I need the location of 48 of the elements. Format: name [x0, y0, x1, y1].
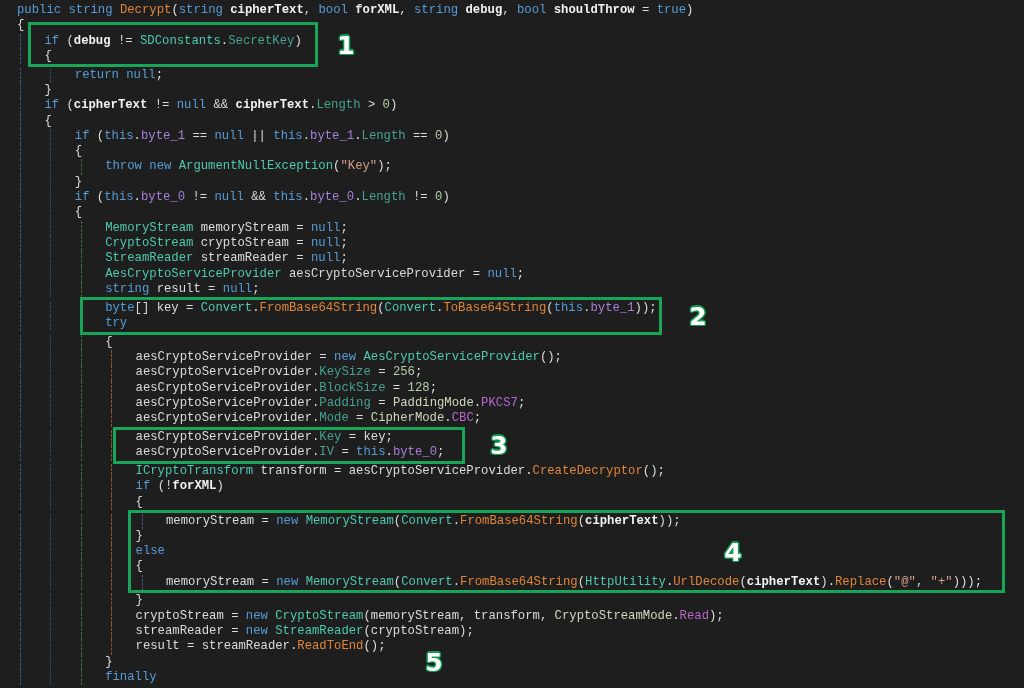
code-line: if (cipherText != null && cipherText.Length > 0)	[44, 98, 398, 114]
code-line: memoryStream = new MemoryStream(Convert.FromBase64String(HttpUtility.UrlDecode(cipherText).Replace("@", "+")));	[165, 574, 983, 590]
code-line: if (this.byte_0 != null && this.byte_0.Length != 0)	[74, 190, 450, 206]
code-line: aesCryptoServiceProvider = new AesCryptoServiceProvider();	[135, 350, 562, 366]
annotation-number: 3	[489, 432, 509, 458]
code-line: aesCryptoServiceProvider.Padding = PaddingMode.PKCS7;	[135, 395, 526, 412]
code-line: {	[74, 205, 83, 221]
code-line: if (this.byte_1 == null || this.byte_1.Length == 0)	[74, 128, 450, 145]
code-line: StreamReader streamReader = null;	[105, 251, 348, 267]
code-line: streamReader = new StreamReader(cryptoStream);	[135, 624, 474, 640]
code-line: memoryStream = new MemoryStream(Convert.FromBase64String(cipherText));	[165, 513, 681, 529]
code-line: {	[135, 559, 143, 575]
code-line: else	[135, 544, 165, 560]
annotation-number: 2	[688, 303, 708, 329]
annotation-number: 1	[336, 32, 356, 58]
code-line: byte[] key = Convert.FromBase64String(Convert.ToBase64String(this.byte_1));	[105, 300, 657, 316]
code-line: aesCryptoServiceProvider.BlockSize = 128;	[135, 380, 437, 396]
code-line: MemoryStream memoryStream = null;	[105, 220, 348, 236]
code-line: CryptoStream cryptoStream = null;	[105, 235, 348, 252]
code-line: }	[135, 593, 143, 609]
code-line: aesCryptoServiceProvider.Key = key;	[135, 430, 393, 446]
code-line: aesCryptoServiceProvider.Mode = CipherMode.CBC;	[135, 411, 482, 427]
code-line: result = streamReader.ReadToEnd();	[135, 639, 386, 655]
code-line: string result = null;	[105, 281, 260, 298]
code-line: }	[74, 174, 83, 191]
code-line: public string Decrypt(string cipherText, bool forXML, string debug, bool shouldThrow = true)	[17, 3, 694, 19]
code-line: return null;	[74, 67, 163, 83]
code-line: aesCryptoServiceProvider.IV = this.byte_0;	[135, 445, 445, 461]
code-line: if (!forXML)	[135, 479, 224, 495]
code-line: {	[105, 334, 113, 351]
annotation-number: 5	[424, 649, 444, 675]
code-line: }	[135, 528, 143, 545]
code-line: aesCryptoServiceProvider.KeySize = 256;	[135, 365, 423, 381]
code-line: finally	[105, 669, 157, 686]
annotation-number: 4	[723, 539, 743, 565]
code-line: }	[105, 654, 113, 670]
code-line: {	[74, 144, 83, 160]
code-line: ICryptoTransform transform = aesCryptoServiceProvider.CreateDecryptor();	[135, 464, 665, 480]
code-line: {	[17, 18, 25, 34]
code-line: {	[44, 48, 52, 65]
code-line: try	[105, 315, 128, 332]
code-line: }	[44, 83, 52, 99]
code-line: cryptoStream = new CryptoStream(memoryStream, transform, CryptoStreamMode.Read);	[135, 608, 724, 625]
code-line: {	[135, 494, 143, 510]
code-line: if (debug != SDConstants.SecretKey)	[44, 33, 302, 49]
code-line: throw new ArgumentNullException("Key");	[105, 159, 392, 175]
code-line: AesCryptoServiceProvider aesCryptoServiceProvider = null;	[105, 266, 525, 282]
code-line: {	[44, 113, 52, 129]
